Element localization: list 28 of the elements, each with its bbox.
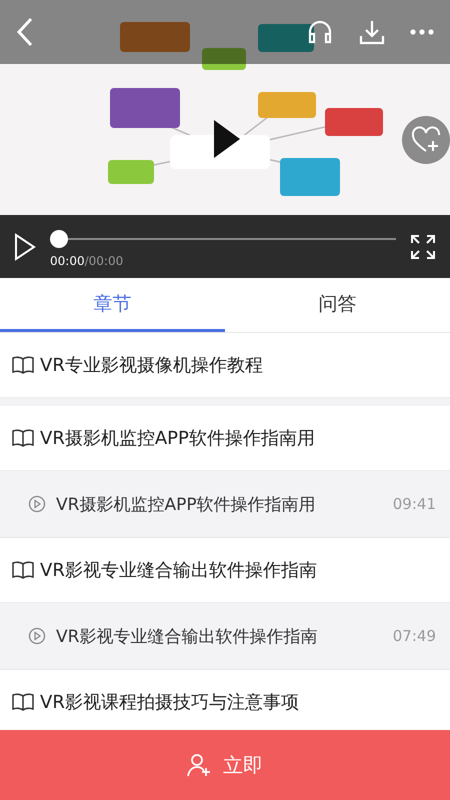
lesson-duration: 07:49 [392, 627, 436, 645]
heart-plus-icon [411, 126, 441, 154]
add-user-icon [187, 753, 211, 777]
back-icon[interactable] [16, 17, 34, 47]
play-circle-icon [28, 495, 46, 513]
book-icon [12, 356, 34, 374]
play-button[interactable] [212, 118, 242, 160]
book-icon [12, 429, 34, 447]
chapter-title: VR影视专业缝合输出软件操作指南 [40, 559, 317, 582]
more-icon[interactable] [410, 29, 434, 35]
download-icon[interactable] [358, 18, 386, 46]
fullscreen-icon[interactable] [410, 234, 436, 260]
book-icon [12, 693, 34, 711]
play-icon[interactable] [14, 232, 36, 260]
lesson-duration: 09:41 [392, 495, 436, 513]
play-circle-icon [28, 627, 46, 645]
lesson-row[interactable]: VR影视专业缝合输出软件操作指南 07:49 [0, 603, 450, 670]
lesson-title: VR摄影机监控APP软件操作指南用 [56, 494, 317, 516]
lesson-title: VR影视专业缝合输出软件操作指南 [56, 626, 318, 648]
chapter-title: VR影视课程拍摄技巧与注意事项 [40, 691, 299, 714]
elapsed-time: 00:00 [50, 254, 85, 268]
chapter-title: VR专业影视摄像机操作教程 [40, 354, 263, 377]
book-icon [12, 561, 34, 579]
chapter-title: VR摄影机监控APP软件操作指南用 [40, 427, 315, 450]
progress-thumb[interactable] [50, 230, 68, 248]
total-duration: /00:00 [84, 254, 124, 268]
headset-icon[interactable] [306, 18, 334, 46]
lesson-row[interactable]: VR摄影机监控APP软件操作指南用 09:41 [0, 471, 450, 538]
